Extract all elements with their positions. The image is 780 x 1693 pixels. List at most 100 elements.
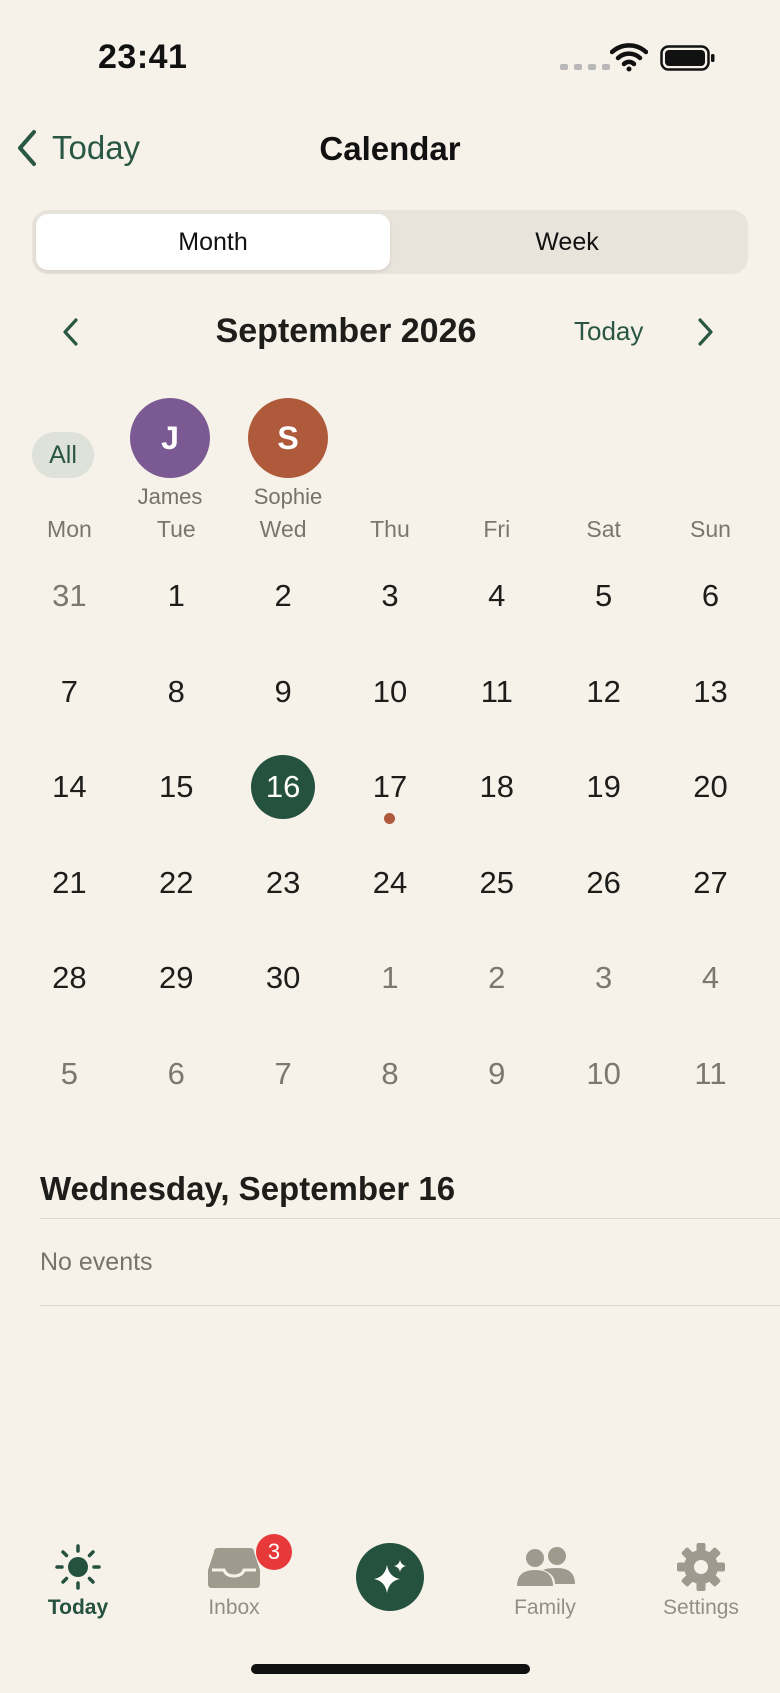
all-members-chip[interactable]: All [32, 432, 94, 478]
member-name: James [137, 484, 203, 509]
tab-family[interactable]: Family [480, 1530, 610, 1620]
member-filter: All J James S Sophie [0, 398, 780, 510]
calendar-day[interactable]: 6 [657, 540, 764, 636]
month-view-segment[interactable]: Month [36, 214, 390, 270]
calendar-day[interactable]: 30 [230, 922, 337, 1018]
calendar-day[interactable]: 1 [123, 540, 230, 636]
week-view-segment[interactable]: Week [390, 214, 744, 270]
weekday-label: Thu [370, 516, 410, 542]
calendar-day[interactable]: 12 [550, 636, 657, 732]
weekday-label: Tue [156, 516, 196, 542]
calendar-day[interactable]: 7 [230, 1018, 337, 1114]
jump-to-today-button[interactable]: Today [574, 316, 643, 347]
calendar-day[interactable]: 4 [443, 540, 550, 636]
avatar: J [130, 398, 210, 478]
day-number: 1 [381, 960, 399, 995]
day-number: 13 [693, 673, 728, 709]
day-number: 24 [372, 864, 408, 900]
tab-today[interactable]: Today [13, 1530, 143, 1620]
calendar-day[interactable]: 11 [657, 1018, 764, 1114]
calendar-day[interactable]: 6 [123, 1018, 230, 1114]
calendar-day[interactable]: 28 [16, 922, 123, 1018]
calendar-day[interactable]: 27 [657, 827, 764, 923]
calendar-day[interactable]: 10 [550, 1018, 657, 1114]
member-james[interactable]: J James [115, 398, 225, 510]
no-events-text: No events [40, 1248, 153, 1276]
day-number: 4 [488, 578, 506, 613]
day-number: 5 [60, 1055, 79, 1091]
day-number: 7 [60, 673, 79, 709]
tab-label: Settings [663, 1596, 739, 1619]
nav-bar: Today Calendar [0, 120, 780, 180]
calendar-day[interactable]: 8 [123, 636, 230, 732]
calendar-day[interactable]: 21 [16, 827, 123, 923]
calendar-day[interactable]: 26 [550, 827, 657, 923]
calendar-day[interactable]: 29 [123, 922, 230, 1018]
assistant-button[interactable] [356, 1543, 424, 1611]
day-number: 11 [480, 673, 513, 709]
calendar-day[interactable]: 25 [443, 827, 550, 923]
day-number: 14 [52, 769, 87, 804]
calendar-day[interactable]: 23 [230, 827, 337, 923]
day-number: 15 [159, 769, 194, 804]
calendar-day[interactable]: 13 [657, 636, 764, 732]
day-number: 6 [167, 1055, 185, 1091]
calendar-day[interactable]: 1 [337, 922, 444, 1018]
day-number: 9 [488, 1055, 506, 1091]
calendar-day[interactable]: 8 [337, 1018, 444, 1114]
day-number: 18 [479, 769, 515, 804]
calendar-day[interactable]: 22 [123, 827, 230, 923]
day-number: 26 [586, 864, 621, 900]
tab-label: Family [514, 1596, 576, 1619]
calendar-day[interactable]: 18 [443, 731, 550, 827]
calendar-day[interactable]: 14 [16, 731, 123, 827]
tab-settings[interactable]: Settings [636, 1530, 766, 1620]
calendar-day[interactable]: 5 [550, 540, 657, 636]
avatar: S [248, 398, 328, 478]
avatar-initial: J [161, 419, 179, 456]
calendar-day[interactable]: 5 [16, 1018, 123, 1114]
calendar-day[interactable]: 7 [16, 636, 123, 732]
weekday-label: Fri [483, 516, 511, 542]
day-number: 9 [274, 673, 292, 709]
calendar-day-selected[interactable]: 16 [230, 731, 337, 827]
day-number: 1 [167, 578, 185, 613]
calendar-day[interactable]: 3 [550, 922, 657, 1018]
calendar-day[interactable]: 2 [230, 540, 337, 636]
day-number: 20 [693, 769, 728, 804]
day-number: 2 [274, 578, 292, 613]
day-number: 16 [251, 755, 316, 819]
chevron-left-icon[interactable] [56, 312, 86, 352]
calendar-day[interactable]: 9 [230, 636, 337, 732]
calendar-day[interactable]: 15 [123, 731, 230, 827]
day-number: 10 [372, 673, 408, 709]
sparkles-icon [374, 1560, 406, 1593]
status-time: 23:41 [98, 38, 188, 76]
member-sophie[interactable]: S Sophie [233, 398, 343, 510]
day-number: 3 [595, 960, 613, 995]
view-toggle: Month Week [32, 210, 748, 274]
family-icon [517, 1547, 575, 1586]
weekday-label: Sun [690, 516, 731, 542]
event-indicator-dot [384, 813, 395, 824]
status-bar: 23:41 [0, 0, 780, 110]
day-number: 21 [52, 864, 87, 900]
calendar-day[interactable]: 10 [337, 636, 444, 732]
day-number: 4 [701, 960, 720, 995]
weekday-header: Mon Tue Wed Thu Fri Sat Sun [16, 516, 764, 543]
calendar-day[interactable]: 2 [443, 922, 550, 1018]
calendar-day[interactable]: 24 [337, 827, 444, 923]
day-number: 11 [694, 1055, 727, 1091]
inbox-tray-icon [208, 1548, 260, 1588]
month-header: September 2026 Today [0, 300, 780, 364]
calendar-day[interactable]: 19 [550, 731, 657, 827]
calendar-day[interactable]: 3 [337, 540, 444, 636]
calendar-day[interactable]: 11 [443, 636, 550, 732]
divider [40, 1305, 780, 1306]
calendar-day[interactable]: 9 [443, 1018, 550, 1114]
chevron-right-icon[interactable] [690, 312, 720, 352]
day-number: 25 [479, 864, 515, 900]
calendar-day[interactable]: 4 [657, 922, 764, 1018]
calendar-day[interactable]: 31 [16, 540, 123, 636]
calendar-day[interactable]: 20 [657, 731, 764, 827]
